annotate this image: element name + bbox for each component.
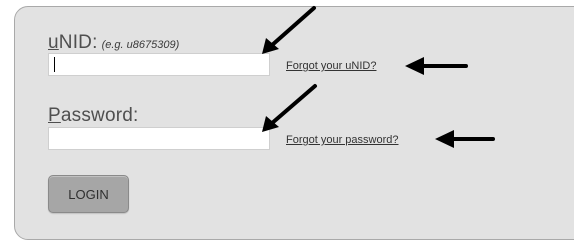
arrow-to-unid-input	[262, 6, 316, 54]
arrow-to-forgot-password	[435, 130, 495, 148]
arrow-to-password-input	[262, 84, 317, 132]
arrow-to-forgot-unid	[405, 57, 468, 75]
annotation-arrows	[262, 6, 495, 148]
